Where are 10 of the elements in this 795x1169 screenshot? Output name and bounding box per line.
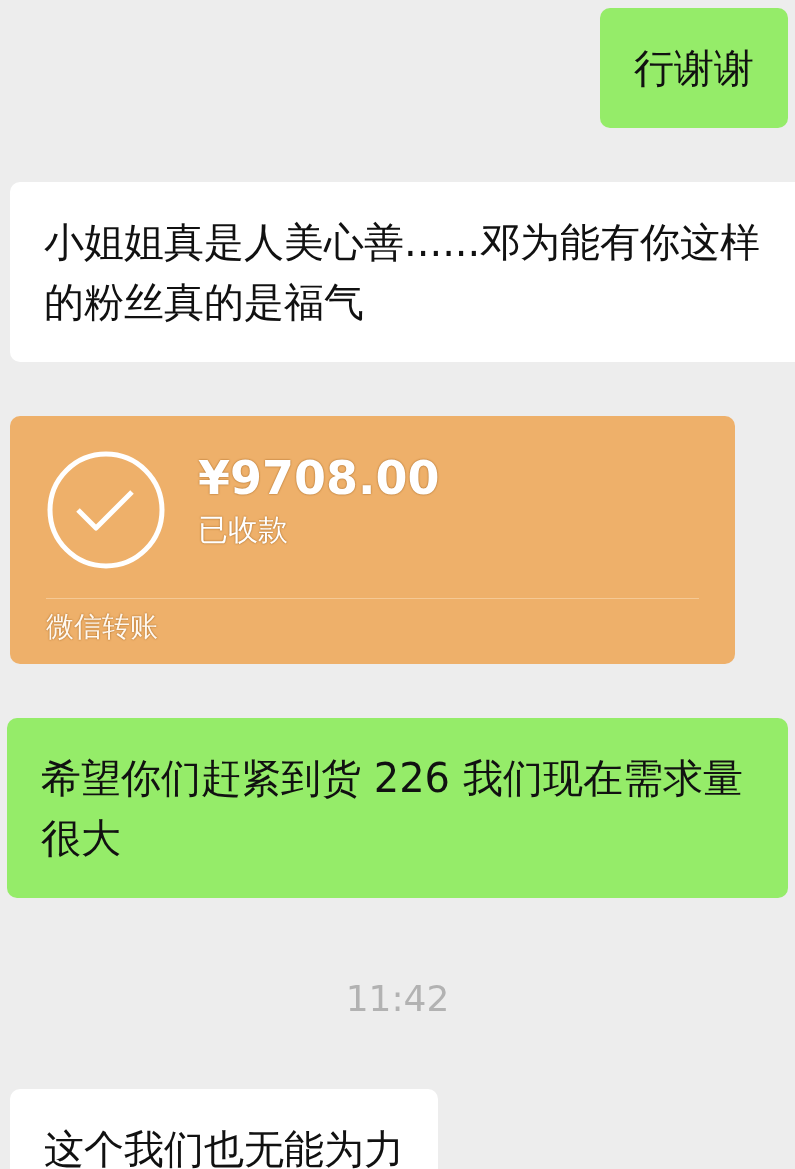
message-bubble: 这个我们也无能为力 [10,1089,438,1169]
transfer-label: 微信转账 [46,609,159,645]
check-circle-icon [46,450,166,570]
amount-text: ¥9708.00 [198,452,440,504]
transfer-card[interactable]: ¥9708.00 已收款 微信转账 [10,416,735,664]
message-bubble: 小姐姐真是人美心善......邓为能有你这样的粉丝真的是福气 [10,182,795,362]
timestamp: 11:42 [345,978,450,1019]
status-text: 已收款 [198,511,289,549]
message-bubble: 行谢谢 [600,8,788,128]
message-bubble: 希望你们赶紧到货 226 我们现在需求量很大 [7,718,788,898]
